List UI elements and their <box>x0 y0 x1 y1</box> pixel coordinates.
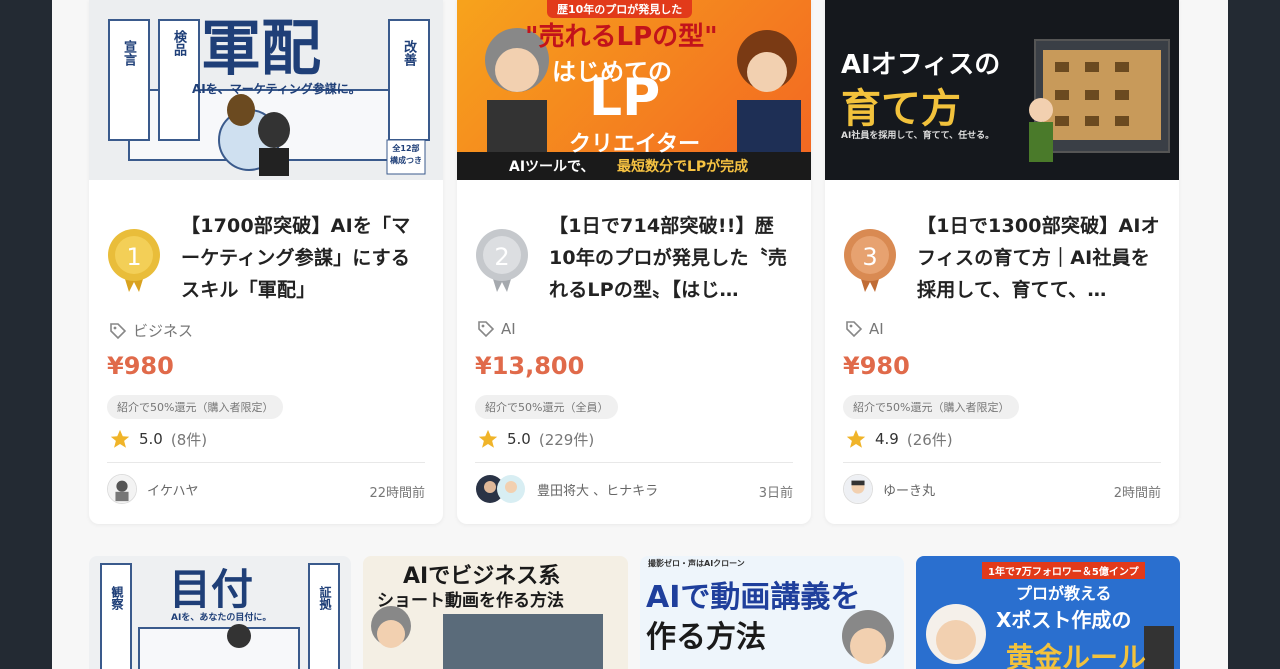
thumbnail-bottom-1: AIツールで、 <box>509 159 595 175</box>
product-card-2[interactable]: 歴10年のプロが発見した "売れるLPの型" はじめての LP クリエイター A… <box>457 0 811 524</box>
star-icon <box>110 429 130 448</box>
thumbnail-side-left: 観察 <box>110 586 124 610</box>
star-icon <box>478 429 498 448</box>
avatar <box>476 475 525 503</box>
product-title[interactable]: 【1日で1300部突破】AIオフィスの育て方｜AI社員を採用して、育てて、… <box>917 210 1161 306</box>
thumbnail-side-right: 改善 <box>401 40 416 66</box>
product-card-3[interactable]: AIオフィスの 育て方 AI社員を採用して、育てて、任せる。 3 【1日で130… <box>825 0 1179 524</box>
rating-count: (229件) <box>538 430 595 449</box>
thumbnail-top-text: 1年で7万フォロワー＆5億インプ <box>982 562 1145 579</box>
divider <box>475 462 793 463</box>
product-thumbnail-1[interactable]: 軍配 AIを、マーケティング参謀に。 宣言 検品 改善 全12部 構成つき <box>89 0 443 180</box>
author-name: ゆーき丸 <box>883 483 936 499</box>
thumbnail-headline-3: LP <box>589 68 661 128</box>
thumbnail-subtitle: AI社員を採用して、育てて、任せる。 <box>841 131 995 141</box>
thumbnail-headline: 目付 <box>169 565 254 614</box>
thumbnail-headline-1: プロが教える <box>1016 584 1112 603</box>
product-title[interactable]: 【1日で714部突破!!】歴10年のプロが発見した〝売れるLPの型〟【はじ… <box>549 210 793 306</box>
category-label: AI <box>869 320 884 338</box>
thumbnail-headline-1: AIで動画講義を <box>646 580 861 615</box>
posted-time: 2時間前 <box>1113 486 1161 501</box>
thumbnail-side-left-1: 宣言 <box>121 40 136 66</box>
thumbnail-side-right: 証拠 <box>318 586 332 610</box>
category-label: AI <box>501 320 516 338</box>
thumbnail-headline-2: 作る方法 <box>646 620 766 655</box>
avatar <box>843 474 873 504</box>
thumbnail-bottom-2: 最短数分でLPが完成 <box>617 159 749 175</box>
product-thumbnail-row2-2[interactable]: AIでビジネス系 ショート動画を作る方法 <box>363 556 628 669</box>
avatar <box>107 474 137 504</box>
divider <box>843 462 1161 463</box>
star-icon <box>846 429 866 448</box>
author[interactable]: 豊田将大 、ヒナキラ <box>475 474 658 504</box>
category-label: ビジネス <box>133 322 194 340</box>
category-tag[interactable]: AI <box>477 320 516 338</box>
rating-value: 4.9 <box>875 430 899 448</box>
affiliate-badge: 紹介で50%還元（全員） <box>475 395 619 419</box>
rating: 4.9 (26件) <box>845 428 953 450</box>
affiliate-badge: 紹介で50%還元（購入者限定） <box>843 395 1020 419</box>
product-thumbnail-row2-3[interactable]: 撮影ゼロ・声はAIクローン AIで動画講義を 作る方法 <box>640 556 904 669</box>
rank-number: 2 <box>494 243 509 271</box>
product-thumbnail-row2-4[interactable]: 1年で7万フォロワー＆5億インプ プロが教える Xポスト作成の 黄金ルール <box>916 556 1180 669</box>
thumbnail-note: 全12部 構成つき <box>390 144 422 165</box>
bronze-medal-icon: 3 <box>844 229 896 292</box>
thumbnail-top-text: 撮影ゼロ・声はAIクローン <box>648 559 745 568</box>
thumbnail-headline-1: "売れるLPの型" <box>525 22 718 52</box>
posted-time: 22時間前 <box>369 486 425 501</box>
thumbnail-subtitle: AIを、あなたの目付に。 <box>171 613 272 623</box>
affiliate-badge: 紹介で50%還元（購入者限定） <box>107 395 284 419</box>
thumbnail-side-left-2: 検品 <box>171 30 186 56</box>
gold-medal-icon: 1 <box>108 229 160 292</box>
rating-count: (26件) <box>906 430 953 449</box>
author-name: 豊田将大 、ヒナキラ <box>537 483 659 499</box>
posted-time: 3日前 <box>758 486 793 501</box>
product-price: ¥980 <box>843 352 910 380</box>
thumbnail-headline-3: 黄金ルール <box>1006 641 1147 669</box>
author-name: イケハヤ <box>147 483 199 499</box>
rank-number: 3 <box>862 243 877 271</box>
tag-icon <box>846 321 863 338</box>
product-thumbnail-row2-1[interactable]: 目付 AIを、あなたの目付に。 観察 証拠 <box>89 556 351 669</box>
author[interactable]: イケハヤ <box>107 474 198 504</box>
silver-medal-icon: 2 <box>476 229 528 292</box>
rating: 5.0 (229件) <box>477 428 594 450</box>
product-thumbnail-3[interactable]: AIオフィスの 育て方 AI社員を採用して、育てて、任せる。 <box>825 0 1179 180</box>
rating-count: (8件) <box>170 430 208 449</box>
thumbnail-subtitle: AIを、マーケティング参謀に。 <box>192 82 361 96</box>
product-price: ¥980 <box>107 352 174 380</box>
product-price: ¥13,800 <box>475 352 585 380</box>
tag-icon <box>110 322 127 339</box>
rating-value: 5.0 <box>507 430 531 448</box>
thumbnail-headline: 軍配 <box>201 14 321 84</box>
tag-icon <box>478 321 495 338</box>
thumbnail-headline-2: Xポスト作成の <box>996 608 1132 632</box>
author[interactable]: ゆーき丸 <box>843 474 935 504</box>
thumbnail-headline-2: 育て方 <box>841 86 961 132</box>
thumbnail-headline-4: クリエイター <box>569 132 701 157</box>
thumbnail-headline-2: ショート動画を作る方法 <box>377 591 564 611</box>
product-thumbnail-2[interactable]: 歴10年のプロが発見した "売れるLPの型" はじめての LP クリエイター A… <box>457 0 811 180</box>
category-tag[interactable]: ビジネス <box>109 320 193 341</box>
rank-number: 1 <box>126 243 141 271</box>
content-page: 軍配 AIを、マーケティング参謀に。 宣言 検品 改善 全12部 構成つき 1 … <box>52 0 1228 669</box>
product-card-1[interactable]: 軍配 AIを、マーケティング参謀に。 宣言 検品 改善 全12部 構成つき 1 … <box>89 0 443 524</box>
rating-value: 5.0 <box>139 430 163 448</box>
product-title[interactable]: 【1700部突破】AIを「マーケティング参謀」にするスキル「軍配」 <box>181 210 425 306</box>
rating: 5.0 (8件) <box>109 428 207 450</box>
divider <box>107 462 425 463</box>
category-tag[interactable]: AI <box>845 320 884 338</box>
